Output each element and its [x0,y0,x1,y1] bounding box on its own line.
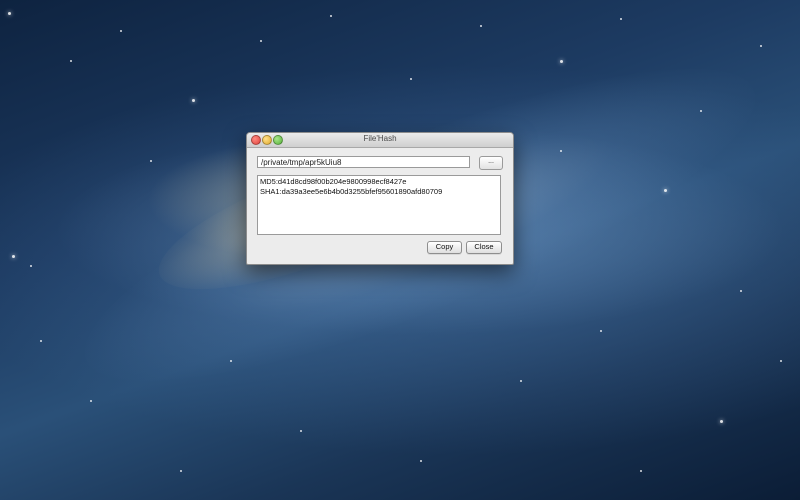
star [30,265,32,267]
browse-button[interactable]: ... [479,156,503,170]
filehash-window: File'Hash /private/tmp/apr5kUiu8 ... MD5… [246,132,514,265]
sha1-result: SHA1:da39a3ee5e6b4b0d3255bfef95601890afd… [260,187,443,196]
star [8,12,11,15]
star [720,420,723,423]
star [600,330,602,332]
star [90,400,92,402]
star [120,30,122,32]
star [420,460,422,462]
star [664,189,667,192]
star [780,360,782,362]
star [620,18,622,20]
copy-button[interactable]: Copy [427,241,462,254]
star [740,290,742,292]
star [410,78,412,80]
star [180,470,182,472]
file-path-input[interactable]: /private/tmp/apr5kUiu8 [257,156,470,168]
star [700,110,702,112]
star [520,380,522,382]
star [560,150,562,152]
hash-result-area[interactable]: MD5:d41d8cd98f00b204e9800998ecf8427e SHA… [257,175,501,235]
star [560,60,563,63]
star [640,470,642,472]
star [330,15,332,17]
star [70,60,72,62]
star [150,160,152,162]
star [12,255,15,258]
window-titlebar[interactable]: File'Hash [247,133,513,148]
close-button[interactable]: Close [466,241,502,254]
star [230,360,232,362]
window-title: File'Hash [363,134,397,143]
star [760,45,762,47]
star [260,40,262,42]
md5-result: MD5:d41d8cd98f00b204e9800998ecf8427e [260,177,407,186]
star [300,430,302,432]
star [192,99,195,102]
star [480,25,482,27]
star [40,340,42,342]
